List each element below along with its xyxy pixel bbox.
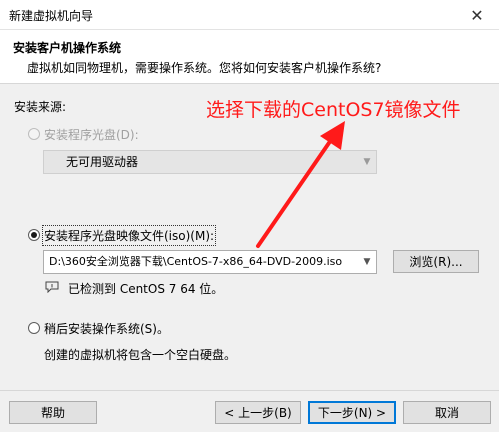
close-button[interactable]: ✕	[455, 0, 499, 30]
disc-option-label: 安装程序光盘(D):	[44, 128, 139, 142]
install-later-label[interactable]: 稍后安装操作系统(S)。	[44, 320, 169, 337]
help-button[interactable]: 帮助	[9, 401, 97, 424]
chevron-down-icon[interactable]: ▼	[358, 251, 376, 273]
page-title: 安装客户机操作系统	[13, 41, 122, 55]
page-subtitle: 虚拟机如同物理机，需要操作系统。您将如何安装客户机操作系统?	[27, 61, 382, 75]
window-title: 新建虚拟机向导	[9, 9, 94, 23]
cancel-button[interactable]: 取消	[403, 401, 491, 424]
chevron-down-icon: ▼	[363, 157, 371, 167]
iso-option-label[interactable]: 安装程序光盘映像文件(iso)(M):	[41, 225, 217, 246]
annotation-text: 选择下载的CentOS7镜像文件	[206, 99, 461, 121]
install-later-description: 创建的虚拟机将包含一个空白硬盘。	[44, 348, 237, 362]
next-button[interactable]: 下一步(N) >	[308, 401, 396, 424]
info-icon	[45, 281, 59, 293]
install-later-radio[interactable]	[28, 322, 40, 334]
install-source-label: 安装来源:	[14, 100, 67, 114]
iso-path-combobox[interactable]: D:\360安全浏览器下载\CentOS-7-x86_64-DVD-2009.i…	[43, 250, 377, 274]
disc-radio[interactable]	[28, 128, 40, 140]
iso-radio[interactable]	[28, 229, 40, 241]
browse-button[interactable]: 浏览(R)...	[393, 250, 479, 273]
disc-drive-value: 无可用驱动器	[66, 155, 139, 169]
wizard-header: 安装客户机操作系统 虚拟机如同物理机，需要操作系统。您将如何安装客户机操作系统?	[0, 30, 499, 84]
back-button[interactable]: < 上一步(B)	[215, 401, 301, 424]
os-detected-text: 已检测到 CentOS 7 64 位。	[68, 282, 224, 296]
disc-drive-dropdown[interactable]: 无可用驱动器 ▼	[43, 150, 377, 174]
title-bar: 新建虚拟机向导 ✕	[0, 0, 499, 30]
footer-divider	[0, 390, 499, 391]
close-icon: ✕	[470, 5, 484, 25]
iso-path-value: D:\360安全浏览器下载\CentOS-7-x86_64-DVD-2009.i…	[49, 255, 343, 268]
